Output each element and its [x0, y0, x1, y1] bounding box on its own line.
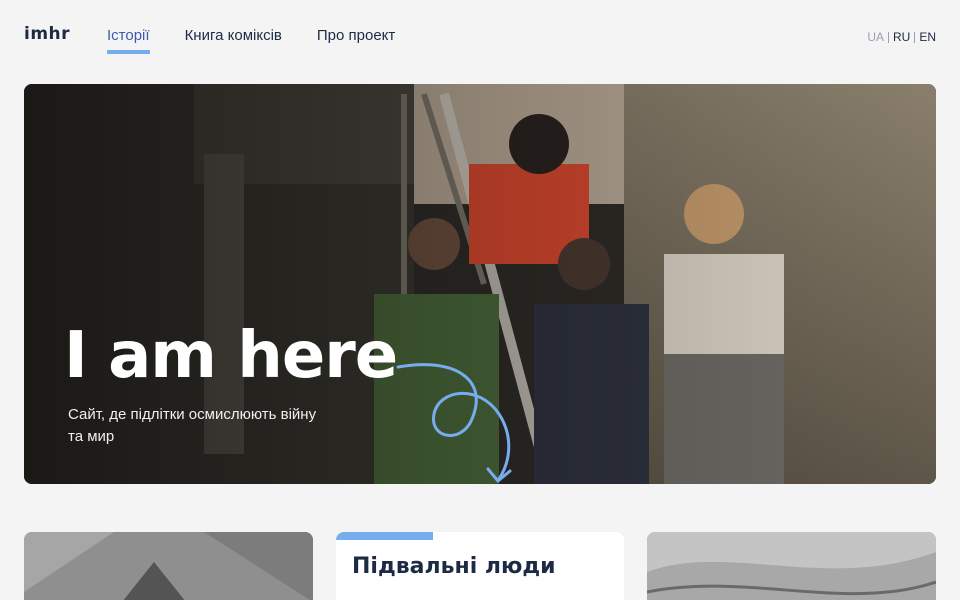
- story-card-image: [24, 532, 313, 600]
- nav-item-stories[interactable]: Історії: [107, 27, 150, 54]
- scroll-down-arrow-icon[interactable]: [394, 359, 554, 484]
- story-card[interactable]: [647, 532, 936, 600]
- site-logo[interactable]: imhr: [24, 24, 70, 44]
- story-card[interactable]: Підвальні люди: [336, 532, 624, 600]
- story-card-accent-bar: [336, 532, 433, 540]
- language-divider: [914, 31, 916, 43]
- story-card[interactable]: [24, 532, 313, 600]
- language-divider: [887, 31, 889, 43]
- hero-subtitle: Сайт, де підлітки осмислюють війну та ми…: [68, 406, 317, 445]
- story-card-title: Підвальні люди: [352, 554, 556, 579]
- nav-item-comics-book[interactable]: Книга коміксів: [185, 27, 282, 52]
- hero-title: I am here: [64, 319, 398, 393]
- language-switcher: UA RU EN: [867, 30, 936, 44]
- hero-banner[interactable]: I am here Сайт, де підлітки осмислюють в…: [24, 84, 936, 484]
- nav-item-about-project[interactable]: Про проект: [317, 27, 395, 52]
- language-en[interactable]: EN: [919, 30, 936, 44]
- site-header: imhr Історії Книга коміксів Про проект U…: [0, 0, 960, 76]
- story-card-image: [647, 532, 936, 600]
- main-nav: Історії Книга коміксів Про проект: [107, 27, 395, 54]
- language-ua[interactable]: UA: [867, 30, 884, 44]
- language-ru[interactable]: RU: [893, 30, 910, 44]
